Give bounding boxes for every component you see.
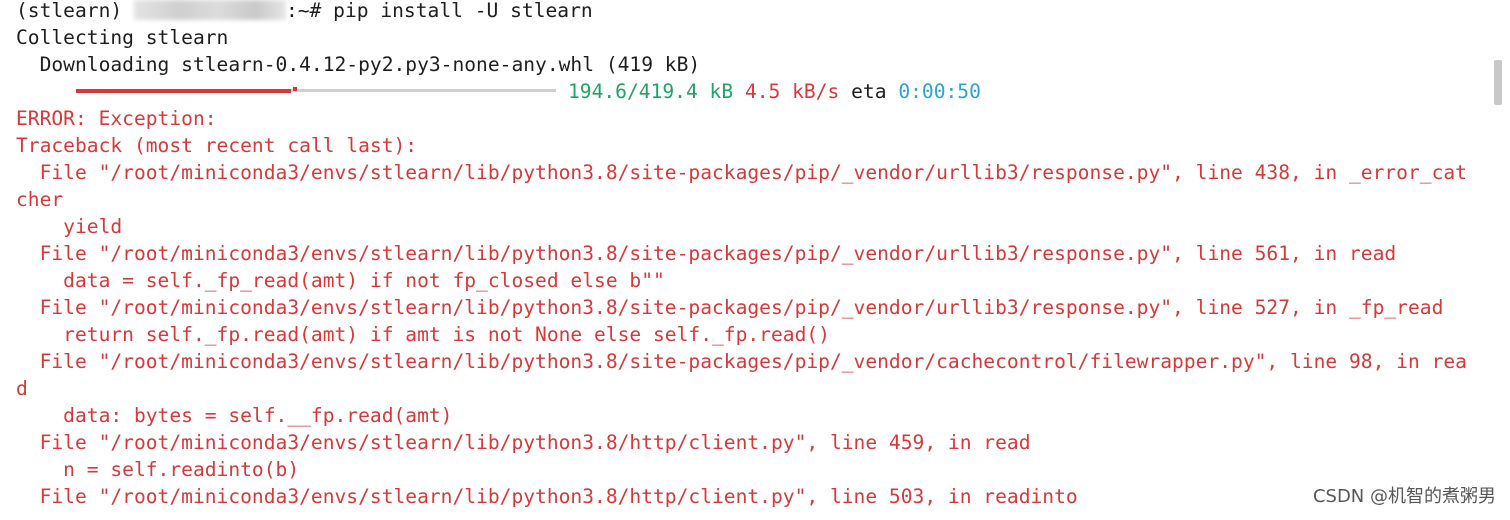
collecting-line: Collecting stlearn bbox=[16, 26, 229, 49]
prompt-suffix: :~# bbox=[285, 0, 334, 22]
traceback-line: Traceback (most recent call last): bbox=[16, 134, 418, 157]
progress-line: 194.6/419.4 kB 4.5 kB/s eta 0:00:50 bbox=[16, 78, 1496, 105]
traceback-line: File "/root/miniconda3/envs/stlearn/lib/… bbox=[16, 431, 1031, 454]
progress-size: 194.6/419.4 kB bbox=[568, 80, 734, 103]
downloading-line: Downloading stlearn-0.4.12-py2.py3-none-… bbox=[16, 53, 701, 76]
watermark: CSDN @机智的煮粥男 bbox=[1312, 486, 1496, 507]
progress-bar-head bbox=[292, 87, 297, 91]
traceback-line: d bbox=[16, 377, 28, 400]
redacted-hostname bbox=[133, 0, 286, 20]
traceback-line: File "/root/miniconda3/envs/stlearn/lib/… bbox=[16, 296, 1444, 319]
traceback-line: File "/root/miniconda3/envs/stlearn/lib/… bbox=[16, 485, 1078, 508]
traceback-line: cher bbox=[16, 188, 64, 211]
terminal-output: (stlearn) :~# pip install -U stlearn Col… bbox=[16, 0, 1496, 510]
scrollbar-thumb[interactable] bbox=[1494, 60, 1502, 105]
command-text: pip install -U stlearn bbox=[333, 0, 593, 22]
traceback-line: data: bytes = self.__fp.read(amt) bbox=[16, 404, 453, 427]
progress-speed: 4.5 kB/s bbox=[744, 80, 840, 103]
progress-eta: 0:00:50 bbox=[898, 80, 981, 103]
traceback-line: File "/root/miniconda3/envs/stlearn/lib/… bbox=[16, 350, 1467, 373]
traceback-line: n = self.readinto(b) bbox=[16, 458, 300, 481]
progress-bar-fill bbox=[76, 88, 291, 93]
progress-bar bbox=[76, 87, 556, 93]
prompt-line: (stlearn) :~# pip install -U stlearn bbox=[16, 0, 1496, 24]
traceback-line: File "/root/miniconda3/envs/stlearn/lib/… bbox=[16, 242, 1397, 265]
traceback-line: return self._fp.read(amt) if amt is not … bbox=[16, 323, 830, 346]
terminal-window[interactable]: (stlearn) :~# pip install -U stlearn Col… bbox=[0, 0, 1510, 520]
progress-eta-label: eta bbox=[851, 80, 887, 103]
error-header-line: ERROR: Exception: bbox=[16, 107, 217, 130]
prompt-env: (stlearn) bbox=[16, 0, 134, 22]
traceback-block: ERROR: Exception: Traceback (most recent … bbox=[16, 105, 1496, 510]
traceback-line: data = self._fp_read(amt) if not fp_clos… bbox=[16, 269, 665, 292]
traceback-line: yield bbox=[16, 215, 123, 238]
traceback-line: File "/root/miniconda3/envs/stlearn/lib/… bbox=[16, 161, 1467, 184]
